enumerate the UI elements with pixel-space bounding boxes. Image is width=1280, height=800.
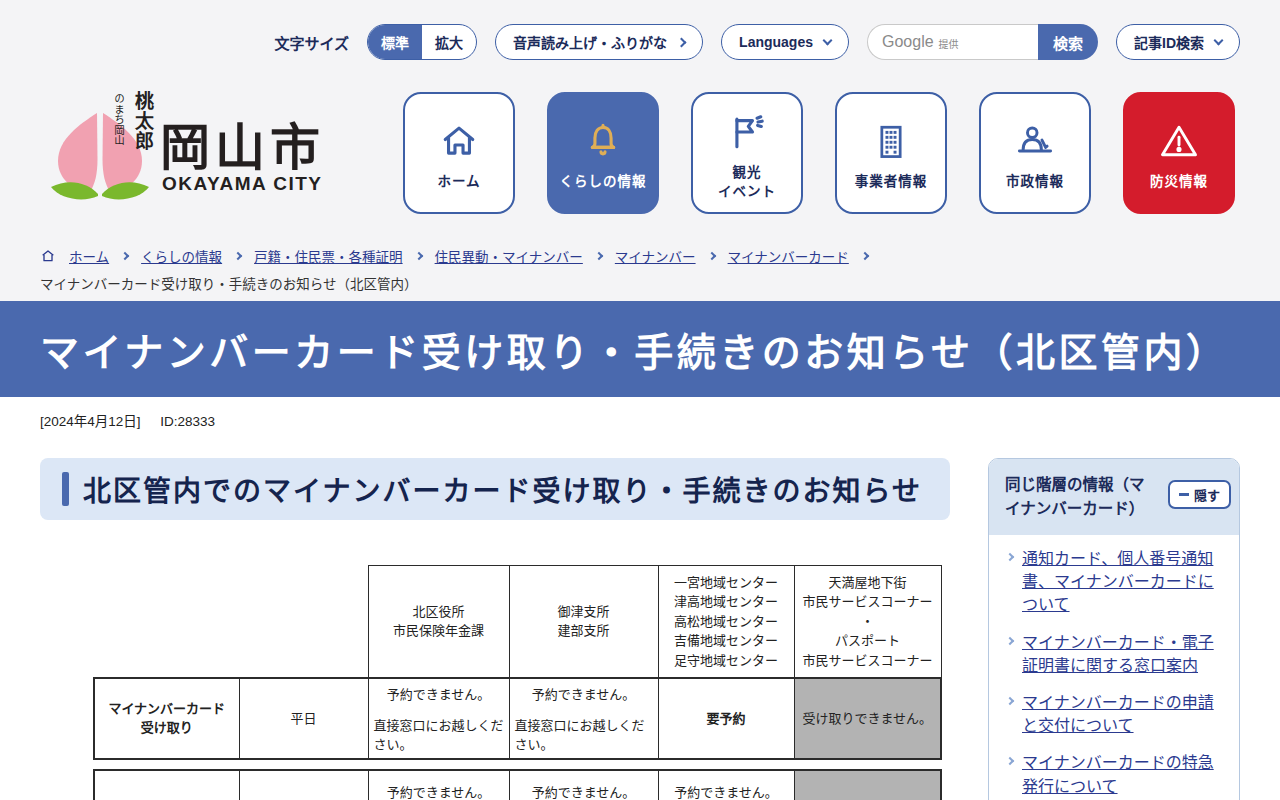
site-search: Google 提供 検索 xyxy=(867,24,1098,60)
table-cell-mitsu: 予約できません。 xyxy=(509,770,658,800)
chevron-down-icon xyxy=(1214,35,1224,45)
hide-button[interactable]: 隠す xyxy=(1168,480,1231,509)
flag-icon xyxy=(725,109,769,155)
table-header-empty xyxy=(94,566,239,678)
chevron-right-icon xyxy=(121,252,129,260)
breadcrumb: ホーム くらしの情報 戸籍・住民票・各種証明 住民異動・マイナンバー マイナンバ… xyxy=(40,246,868,266)
breadcrumb-link[interactable]: マイナンバーカード xyxy=(728,246,849,266)
font-size-enlarge-button[interactable]: 拡大 xyxy=(422,25,476,59)
city-name-en: OKAYAMA CITY xyxy=(162,173,323,195)
reception-icon xyxy=(1013,118,1057,164)
breadcrumb-link[interactable]: ホーム xyxy=(69,246,109,266)
table-header-centers: 一宮地域センター 津高地域センター 高松地域センター 吉備地域センター 足守地域… xyxy=(658,566,794,678)
breadcrumb-link[interactable]: 戸籍・住民票・各種証明 xyxy=(254,246,403,266)
breadcrumb-current: マイナンバーカード受け取り・手続きのお知らせ（北区管内） xyxy=(40,273,417,293)
nav-city-government[interactable]: 市政情報 xyxy=(979,92,1091,214)
heading-accent-bar xyxy=(62,472,69,506)
schedule-table: 北区役所 市民保険年金課 御津支所 建部支所 一宮地域センター 津高地域センター… xyxy=(93,565,942,760)
home-icon xyxy=(40,248,56,264)
font-size-standard-button[interactable]: 標準 xyxy=(368,25,422,59)
related-link-item[interactable]: マイナンバーカードの申請と交付について xyxy=(1005,691,1227,737)
building-icon xyxy=(869,118,913,164)
font-size-toggle: 標準 拡大 xyxy=(367,24,477,60)
languages-button[interactable]: Languages xyxy=(721,24,849,60)
google-logo: Google xyxy=(882,33,934,51)
table-cell-day xyxy=(239,770,368,800)
table-header-mitsu: 御津支所 建部支所 xyxy=(509,566,658,678)
chevron-right-icon xyxy=(234,252,242,260)
table-header-kitaku: 北区役所 市民保険年金課 xyxy=(368,566,509,678)
bell-icon xyxy=(581,118,625,164)
related-links-panel: 同じ階層の情報（マイナンバーカード） 隠す 通知カード、個人番号通知書、マイナン… xyxy=(988,458,1240,800)
page-title: マイナンバーカード受け取り・手続きのお知らせ（北区管内） xyxy=(40,321,1228,377)
nav-business-info[interactable]: 事業者情報 xyxy=(835,92,947,214)
section-heading: 北区管内でのマイナンバーカード受け取り・手続きのお知らせ xyxy=(83,469,922,509)
table-cell-tenmaya xyxy=(794,770,941,800)
search-input[interactable]: Google 提供 xyxy=(867,24,1038,60)
table-cell-centers: 予約できません。 xyxy=(658,770,794,800)
tts-button[interactable]: 音声読み上げ・ふりがな xyxy=(495,24,703,60)
article-meta: [2024年4月12日] ID:28333 xyxy=(40,410,215,430)
warning-icon xyxy=(1157,118,1201,164)
chevron-right-icon xyxy=(1006,697,1014,705)
table-cell-day: 平日 xyxy=(239,678,368,760)
logo-slogan: 桃太郎 のまち岡山 xyxy=(112,91,156,151)
table-cell-tenmaya: 受け取りできません。 xyxy=(794,678,941,760)
table-header-tenmaya: 天満屋地下街 市民サービスコーナー ・ パスポート 市民サービスコーナー xyxy=(794,566,941,678)
chevron-right-icon xyxy=(595,252,603,260)
nav-disaster-info[interactable]: 防災情報 xyxy=(1123,92,1235,214)
global-nav: ホーム くらしの情報 観光 イベント xyxy=(403,92,1235,214)
table-cell-mitsu: 予約できません。 直接窓口にお越しください。 xyxy=(509,678,658,760)
chevron-right-icon xyxy=(414,252,422,260)
related-link-item[interactable]: マイナンバーカード・電子証明書に関する窓口案内 xyxy=(1005,631,1227,677)
section-heading-box: 北区管内でのマイナンバーカード受け取り・手続きのお知らせ xyxy=(40,458,950,520)
article-date: [2024年4月12日] xyxy=(40,414,141,429)
city-name: 岡山市 xyxy=(160,107,325,179)
chevron-right-icon xyxy=(1006,553,1014,561)
page-title-banner: マイナンバーカード受け取り・手続きのお知らせ（北区管内） xyxy=(0,301,1280,397)
breadcrumb-link[interactable]: くらしの情報 xyxy=(141,246,222,266)
table-cell-centers: 要予約 xyxy=(658,678,794,760)
related-links-title: 同じ階層の情報（マイナンバーカード） xyxy=(1005,473,1157,521)
article-id: ID:28333 xyxy=(160,414,215,429)
table-row-label xyxy=(94,770,239,800)
utility-bar: 文字サイズ 標準 拡大 音声読み上げ・ふりがな Languages Google… xyxy=(275,24,1240,60)
site-logo[interactable]: 桃太郎 のまち岡山 岡山市 OKAYAMA CITY xyxy=(40,95,370,205)
related-links-header: 同じ階層の情報（マイナンバーカード） 隠す xyxy=(989,459,1239,535)
breadcrumb-link[interactable]: 住民異動・マイナンバー xyxy=(435,246,583,266)
table-cell-kitaku: 予約できません。 xyxy=(368,770,509,800)
minus-icon xyxy=(1179,493,1189,496)
table-cell-kitaku: 予約できません。 直接窓口にお越しください。 xyxy=(368,678,509,760)
chevron-right-icon xyxy=(1006,757,1014,765)
nav-living-info[interactable]: くらしの情報 xyxy=(547,92,659,214)
home-icon xyxy=(437,118,481,164)
search-button[interactable]: 検索 xyxy=(1038,24,1098,60)
schedule-table-2: 予約できません。 予約できません。 予約できません。 xyxy=(93,769,942,800)
related-link-item[interactable]: マイナンバーカードの特急発行について xyxy=(1005,751,1227,797)
chevron-right-icon xyxy=(861,252,869,260)
font-size-label: 文字サイズ xyxy=(275,32,350,53)
nav-home[interactable]: ホーム xyxy=(403,92,515,214)
table-header-empty xyxy=(239,566,368,678)
article-id-search-button[interactable]: 記事ID検索 xyxy=(1116,24,1240,60)
table-row-label: マイナンバーカード 受け取り xyxy=(94,678,239,760)
chevron-right-icon xyxy=(1006,636,1014,644)
chevron-right-icon xyxy=(707,252,715,260)
chevron-down-icon xyxy=(823,35,833,45)
chevron-right-icon xyxy=(677,37,687,47)
breadcrumb-link[interactable]: マイナンバー xyxy=(615,246,696,266)
related-link-item[interactable]: 通知カード、個人番号通知書、マイナンバーカードについて xyxy=(1005,547,1227,617)
nav-tourism-events[interactable]: 観光 イベント xyxy=(691,92,803,214)
related-links-list: 通知カード、個人番号通知書、マイナンバーカードについて マイナンバーカード・電子… xyxy=(989,535,1239,800)
